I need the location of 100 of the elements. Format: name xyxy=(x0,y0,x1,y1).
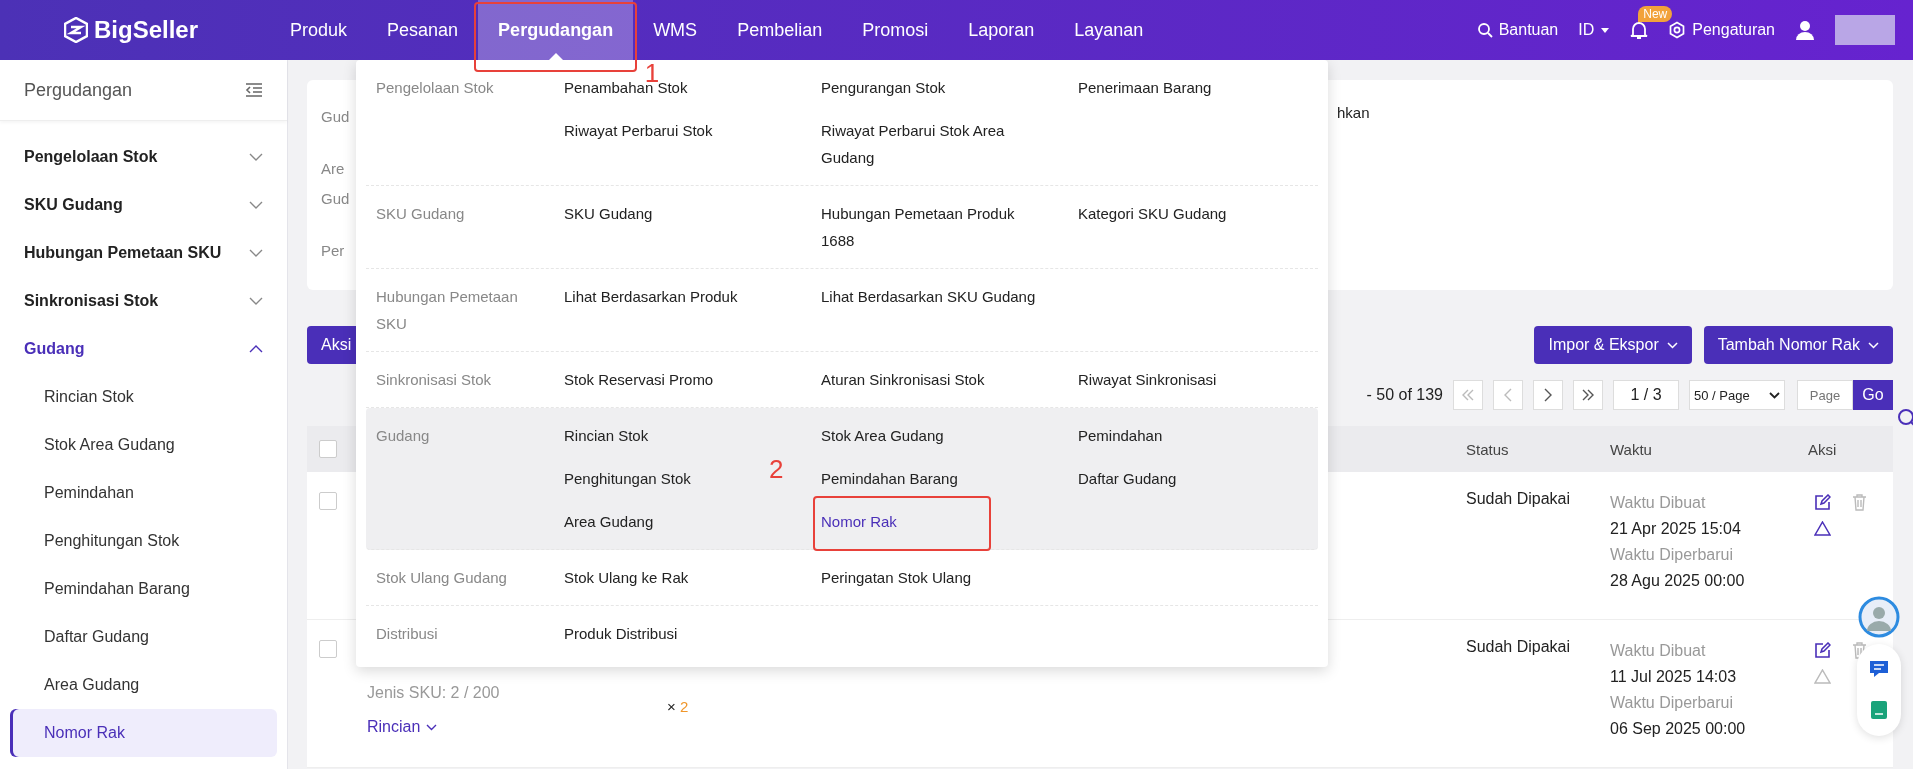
menu-item[interactable]: Penerimaan Barang xyxy=(1078,74,1293,101)
details-link[interactable]: Rincian xyxy=(367,718,438,736)
user-icon[interactable] xyxy=(1795,20,1815,40)
menu-group-label: Gudang xyxy=(376,426,431,446)
filter-label: Gud xyxy=(321,107,350,127)
menu-item[interactable]: Area Gudang xyxy=(564,508,779,535)
chevron-icon xyxy=(249,249,263,257)
avatar-icon[interactable] xyxy=(1858,596,1900,638)
nav-tab[interactable]: Laporan xyxy=(948,0,1055,60)
sidebar-item[interactable]: Penghitungan Stok xyxy=(10,517,277,565)
column-header: Waktu xyxy=(1610,440,1653,458)
menu-item[interactable]: Stok Area Gudang xyxy=(821,422,1036,449)
sidebar-group[interactable]: Sinkronisasi Stok xyxy=(10,277,277,325)
nav-tab[interactable]: Produk xyxy=(270,0,368,60)
caret-icon xyxy=(426,723,438,731)
collapse-menu-icon[interactable] xyxy=(245,83,263,97)
triangle-icon[interactable] xyxy=(1814,521,1831,536)
sidebar-group[interactable]: SKU Gudang xyxy=(10,181,277,229)
menu-item[interactable]: Pemindahan xyxy=(1078,422,1293,449)
book-icon[interactable] xyxy=(1870,700,1888,720)
menu-item[interactable]: Riwayat Perbarui Stok Area Gudang xyxy=(821,117,1036,171)
menu-item[interactable]: Stok Reservasi Promo xyxy=(564,366,779,393)
menu-item[interactable]: Riwayat Perbarui Stok xyxy=(564,117,779,144)
menu-group-label: Sinkronisasi Stok xyxy=(376,370,493,390)
time-value: 06 Sep 2025 00:00 xyxy=(1610,719,1747,739)
menu-item[interactable]: Rincian Stok xyxy=(564,422,779,449)
sidebar-group[interactable]: Pengelolaan Stok xyxy=(10,133,277,181)
nav-tab[interactable]: Pembelian xyxy=(717,0,843,60)
time-label: Waktu Diperbarui xyxy=(1610,693,1734,713)
status-text: Sudah Dipakai xyxy=(1466,637,1572,656)
nav-tab[interactable]: WMS xyxy=(633,0,718,60)
sidebar-item[interactable]: Pemindahan xyxy=(10,469,277,517)
menu-item[interactable]: Produk Distribusi xyxy=(564,620,779,647)
sidebar-item[interactable]: Pemindahan Barang xyxy=(10,565,277,613)
nav-tab[interactable]: Pergudangan xyxy=(478,0,634,60)
status-text: Sudah Dipakai xyxy=(1466,489,1572,508)
menu-group-label: Distribusi xyxy=(376,624,439,644)
menu-item[interactable]: Stok Ulang ke Rak xyxy=(564,564,779,591)
caret-icon xyxy=(1868,341,1879,349)
page-input[interactable]: Page xyxy=(1797,380,1853,410)
menu-group-label: Stok Ulang Gudang xyxy=(376,568,508,588)
page-size-select[interactable]: 50 / Page xyxy=(1689,380,1785,410)
double-chevron-right-icon xyxy=(1581,389,1595,401)
menu-item[interactable]: Pemindahan Barang xyxy=(821,465,1036,492)
delete-icon[interactable] xyxy=(1852,494,1867,511)
menu-item[interactable]: Lihat Berdasarkan SKU Gudang xyxy=(821,283,1036,310)
last-page-button[interactable] xyxy=(1573,380,1603,410)
logo-text: BigSeller xyxy=(94,16,199,44)
sidebar-item[interactable]: Stok Area Gudang xyxy=(10,421,277,469)
menu-item[interactable]: Lihat Berdasarkan Produk xyxy=(564,283,779,310)
menu-item[interactable]: Pengurangan Stok xyxy=(821,74,1036,101)
time-value: 28 Agu 2025 00:00 xyxy=(1610,571,1746,591)
bell-icon[interactable] xyxy=(1630,20,1649,40)
nav-tab[interactable]: Layanan xyxy=(1054,0,1164,60)
caret-icon xyxy=(1600,26,1611,34)
first-page-button[interactable] xyxy=(1453,380,1483,410)
help-link[interactable]: Bantuan xyxy=(1476,21,1559,39)
menu-item[interactable]: Hubungan Pemetaan Produk 1688 xyxy=(821,200,1036,254)
edit-icon[interactable] xyxy=(1814,494,1831,511)
time-value: 11 Jul 2025 14:03 xyxy=(1610,667,1738,687)
sidebar-group[interactable]: Gudang xyxy=(10,325,277,373)
nav-tab[interactable]: Pesanan xyxy=(367,0,479,60)
sidebar-item[interactable]: Area Gudang xyxy=(10,661,277,709)
go-button[interactable]: Go xyxy=(1853,380,1893,410)
menu-item[interactable]: Peringatan Stok Ulang xyxy=(821,564,1036,591)
row-checkbox[interactable] xyxy=(319,492,337,510)
nav-tab[interactable]: Promosi xyxy=(842,0,949,60)
next-page-button[interactable] xyxy=(1533,380,1563,410)
menu-item[interactable]: Riwayat Sinkronisasi xyxy=(1078,366,1293,393)
sidebar-item[interactable]: Nomor Rak xyxy=(10,709,277,757)
search-icon xyxy=(1476,22,1493,38)
menu-item[interactable]: Daftar Gudang xyxy=(1078,465,1293,492)
select-all-checkbox[interactable] xyxy=(319,440,337,458)
filter-label: Per xyxy=(321,241,345,261)
multiply-sign: × xyxy=(667,698,676,715)
filter-label: Are Gud xyxy=(321,159,350,209)
language-dropdown[interactable]: ID xyxy=(1578,21,1611,39)
dropdown-button[interactable]: Impor & Ekspor xyxy=(1534,326,1692,364)
row-checkbox[interactable] xyxy=(319,640,337,658)
chevron-icon xyxy=(249,297,263,305)
chevron-icon xyxy=(249,153,263,161)
dropdown-button[interactable]: Tambah Nomor Rak xyxy=(1703,326,1893,364)
menu-item[interactable]: Nomor Rak xyxy=(821,508,1036,535)
menu-item[interactable]: Aturan Sinkronisasi Stok xyxy=(821,366,1036,393)
sidebar-group[interactable]: Hubungan Pemetaan SKU xyxy=(10,229,277,277)
sidebar-item[interactable]: Rincian Stok xyxy=(10,373,277,421)
settings-link[interactable]: Pengaturan xyxy=(1668,21,1775,39)
sidebar-item[interactable]: Daftar Gudang xyxy=(10,613,277,661)
redacted-block xyxy=(1835,15,1895,45)
chat-icon[interactable] xyxy=(1869,660,1889,678)
menu-item[interactable]: Kategori SKU Gudang xyxy=(1078,200,1293,227)
sku-info: Jenis SKU: 2 / 200 xyxy=(367,684,501,702)
chevron-icon xyxy=(249,345,263,353)
caret-icon xyxy=(1769,391,1780,399)
edit-icon[interactable] xyxy=(1814,642,1831,659)
column-header: Aksi xyxy=(1808,440,1838,458)
time-value: 21 Apr 2025 15:04 xyxy=(1610,519,1742,539)
new-badge: New xyxy=(1638,6,1673,22)
menu-item[interactable]: SKU Gudang xyxy=(564,200,779,227)
menu-group-label: SKU Gudang xyxy=(376,204,466,224)
